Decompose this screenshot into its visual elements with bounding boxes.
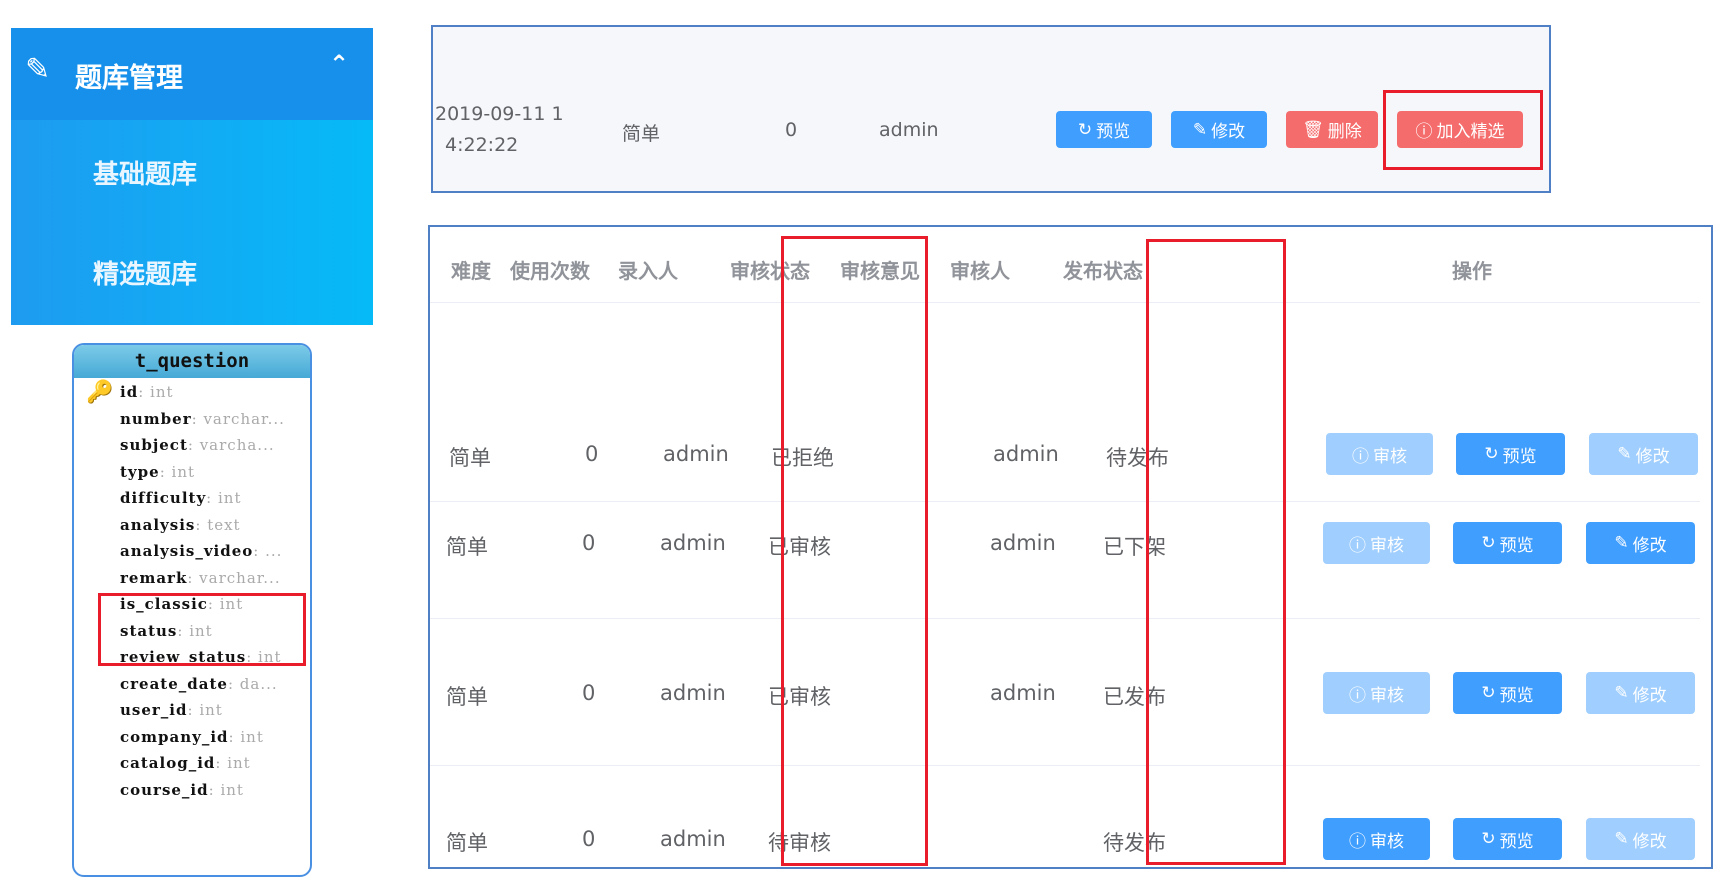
schema-field: remark: varchar... [120, 568, 281, 587]
refresh-icon: ↻ [1077, 119, 1093, 140]
highlight-box-status-fields [98, 593, 306, 666]
row-divider [430, 765, 1700, 766]
edit-button[interactable]: ✎ 修改 [1586, 672, 1695, 714]
key-icon: 🔑 [86, 380, 114, 405]
review-button[interactable]: ⓘ 审核 [1326, 433, 1433, 475]
column-header: 使用次数 [510, 259, 590, 283]
exclamation-circle-icon: ⓘ [1349, 535, 1366, 556]
row-divider [430, 302, 1700, 303]
edit-button[interactable]: ✎ 修改 [1586, 522, 1695, 564]
schema-field: subject: varcha... [120, 436, 275, 454]
column-header: 审核人 [950, 259, 1010, 283]
creator: admin [879, 119, 939, 141]
cell-uses: 0 [585, 442, 599, 466]
cell-creator: admin [663, 442, 729, 466]
preview-button[interactable]: ↻ 预览 [1056, 111, 1152, 148]
cell-uses: 0 [582, 681, 596, 705]
cell-difficulty: 简单 [446, 831, 488, 855]
table-row: 简单 0 admin 已拒绝 admin 待发布 ⓘ 审核 ↻ 预览 ✎ 修改 [430, 425, 1710, 485]
refresh-icon: ↻ [1481, 683, 1496, 703]
cell-difficulty: 简单 [446, 685, 488, 709]
preview-button[interactable]: ↻ 预览 [1453, 818, 1562, 860]
schema-field: number: varchar... [120, 409, 285, 428]
cell-reviewer: admin [993, 442, 1059, 466]
row-divider [430, 618, 1700, 619]
column-header: 发布状态 [1063, 259, 1143, 283]
edit-button[interactable]: ✎ 修改 [1171, 111, 1267, 148]
schema-field: catalog_id: int [120, 754, 251, 772]
preview-button[interactable]: ↻ 预览 [1456, 433, 1565, 475]
sidebar-item-featured-bank[interactable]: 精选题库 [93, 254, 197, 291]
schema-field: id: int [120, 383, 174, 401]
use-count: 0 [785, 119, 798, 141]
schema-field: analysis: text [120, 515, 241, 534]
highlight-box-publish-status [1146, 239, 1286, 865]
sidebar-menu-question-bank[interactable]: ✎ 题库管理 ⌃ [11, 28, 373, 120]
sidebar-title: 题库管理 [75, 63, 183, 94]
schema-field: type: int [120, 462, 196, 481]
exclamation-circle-icon: ⓘ [1349, 685, 1366, 706]
edit-doc-icon: ✎ [25, 52, 51, 87]
difficulty: 简单 [622, 123, 661, 145]
cell-difficulty: 简单 [449, 446, 491, 470]
review-button[interactable]: ⓘ 审核 [1323, 818, 1430, 860]
create-date-time: 4:22:22 [445, 134, 519, 156]
cell-uses: 0 [582, 531, 596, 555]
cell-creator: admin [660, 531, 726, 555]
edit-icon: ✎ [1617, 444, 1632, 464]
edit-icon: ✎ [1614, 533, 1629, 553]
refresh-icon: ↻ [1481, 533, 1496, 553]
review-button[interactable]: ⓘ 审核 [1323, 672, 1430, 714]
edit-icon: ✎ [1192, 119, 1208, 140]
create-date: 2019-09-11 1 [435, 103, 564, 125]
schema-field: analysis_video: ... [120, 542, 283, 560]
column-header: 难度 [451, 259, 491, 283]
edit-icon: ✎ [1614, 829, 1629, 849]
schema-field: create_date: da... [120, 674, 278, 693]
row-divider [430, 501, 1700, 502]
delete-button[interactable]: 🗑 删除 [1286, 111, 1378, 148]
edit-icon: ✎ [1614, 683, 1629, 703]
schema-title: t_question [74, 345, 310, 378]
cell-creator: admin [660, 827, 726, 851]
question-row-panel: 2019-09-11 1 4:22:22 简单 0 admin ↻ 预览 ✎ 修改 … [431, 25, 1551, 193]
cell-reviewer: admin [990, 531, 1056, 555]
exclamation-circle-icon: ⓘ [1349, 831, 1366, 852]
table-row: 简单 0 admin 已审核 admin 已发布 ⓘ 审核 ↻ 预览 ✎ 修改 [430, 664, 1710, 724]
refresh-icon: ↻ [1481, 829, 1496, 849]
exclamation-circle-icon: ⓘ [1352, 446, 1369, 467]
cell-creator: admin [660, 681, 726, 705]
schema-field: course_id: int [120, 780, 244, 799]
schema-field: company_id: int [120, 727, 264, 746]
column-header: 录入人 [618, 259, 678, 283]
sidebar: ✎ 题库管理 ⌃ 基础题库 精选题库 [11, 28, 373, 325]
refresh-icon: ↻ [1484, 444, 1499, 464]
preview-button[interactable]: ↻ 预览 [1453, 672, 1562, 714]
edit-button[interactable]: ✎ 修改 [1586, 818, 1695, 860]
edit-button[interactable]: ✎ 修改 [1589, 433, 1698, 475]
cell-uses: 0 [582, 827, 596, 851]
question-table: 难度 使用次数 录入人 审核状态 审核意见 审核人 发布状态 操作 简单 0 admin 已拒绝 adm… [428, 225, 1713, 869]
highlight-box-review-status [781, 236, 928, 866]
table-row: 简单 0 admin 待审核 待发布 ⓘ 审核 ↻ 预览 ✎ 修改 [430, 810, 1710, 870]
review-button[interactable]: ⓘ 审核 [1323, 522, 1430, 564]
chevron-up-icon[interactable]: ⌃ [329, 50, 349, 78]
table-row: 简单 0 admin 已审核 admin 已下架 ⓘ 审核 ↻ 预览 ✎ 修改 [430, 514, 1710, 574]
highlight-box-add-featured [1383, 90, 1543, 170]
cell-difficulty: 简单 [446, 535, 488, 559]
trash-icon: 🗑 [1302, 119, 1324, 140]
preview-button[interactable]: ↻ 预览 [1453, 522, 1562, 564]
cell-reviewer: admin [990, 681, 1056, 705]
schema-field: difficulty: int [120, 489, 242, 507]
column-header: 操作 [1452, 259, 1492, 283]
schema-field: user_id: int [120, 701, 223, 719]
sidebar-item-basic-bank[interactable]: 基础题库 [93, 154, 197, 191]
